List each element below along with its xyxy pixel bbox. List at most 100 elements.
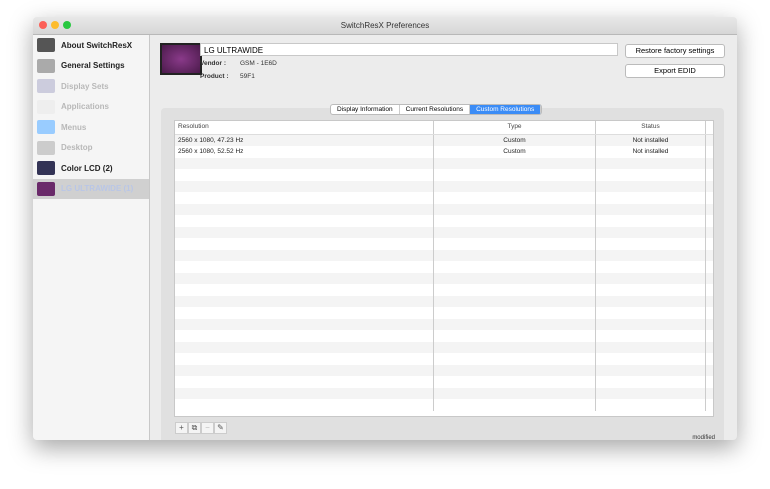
display-sets-icon <box>37 79 55 94</box>
table-row[interactable] <box>175 295 713 307</box>
table-row[interactable] <box>175 318 713 330</box>
sidebar-item-lg-ultrawide-1[interactable]: LG ULTRAWIDE (1) <box>33 178 149 199</box>
resolution-cell <box>175 238 434 250</box>
duplicate-button[interactable]: ⧉ <box>188 422 201 434</box>
table-header: Resolution Type Status <box>175 121 713 135</box>
status-cell <box>596 353 706 365</box>
applications-icon <box>37 99 55 114</box>
export-edid-button[interactable]: Export EDID <box>625 64 725 78</box>
table-row[interactable] <box>175 307 713 319</box>
sidebar-item-about-switchresx[interactable]: About SwitchResX <box>33 35 149 56</box>
type-cell <box>434 330 596 342</box>
resolution-cell <box>175 284 434 296</box>
sidebar-item-label: Color LCD (2) <box>61 163 113 173</box>
table-row[interactable] <box>175 249 713 261</box>
type-cell <box>434 249 596 261</box>
remove-button[interactable]: − <box>201 422 214 434</box>
resolution-cell <box>175 307 434 319</box>
status-cell <box>596 341 706 353</box>
product-label: Product : <box>200 73 229 80</box>
status-cell: Not installed <box>596 146 706 158</box>
status-cell <box>596 180 706 192</box>
table-row[interactable] <box>175 169 713 181</box>
type-cell <box>434 318 596 330</box>
minimize-button[interactable] <box>51 21 59 29</box>
display-name-field[interactable]: LG ULTRAWIDE <box>200 43 618 56</box>
table-row[interactable] <box>175 341 713 353</box>
resolution-cell: 2560 x 1080, 52.52 Hz <box>175 146 434 158</box>
type-cell <box>434 238 596 250</box>
restore-factory-settings-button[interactable]: Restore factory settings <box>625 44 725 58</box>
table-row[interactable] <box>175 330 713 342</box>
header-status[interactable]: Status <box>596 121 706 134</box>
status-cell <box>596 318 706 330</box>
type-cell <box>434 376 596 388</box>
sidebar-item-label: Desktop <box>61 143 93 153</box>
resolution-cell <box>175 261 434 273</box>
zoom-button[interactable] <box>63 21 71 29</box>
table-row[interactable] <box>175 364 713 376</box>
table-row[interactable] <box>175 353 713 365</box>
resolution-cell: 2560 x 1080, 47.23 Hz <box>175 134 434 146</box>
tab-current-resolutions[interactable]: Current Resolutions <box>400 105 471 114</box>
resolution-cell <box>175 215 434 227</box>
table-row[interactable] <box>175 272 713 284</box>
status-cell <box>596 157 706 169</box>
table-row[interactable] <box>175 192 713 204</box>
resolution-cell <box>175 226 434 238</box>
table-row[interactable]: 2560 x 1080, 52.52 Hz Custom Not installed <box>175 146 713 158</box>
sidebar-item-display-sets[interactable]: Display Sets <box>33 76 149 97</box>
resolution-cell <box>175 376 434 388</box>
resolution-cell <box>175 169 434 181</box>
table-row[interactable] <box>175 226 713 238</box>
header-resolution[interactable]: Resolution <box>175 121 434 134</box>
table-row[interactable] <box>175 203 713 215</box>
status-cell <box>596 284 706 296</box>
table-row[interactable] <box>175 180 713 192</box>
sidebar-item-general-settings[interactable]: General Settings <box>33 56 149 77</box>
table-row[interactable] <box>175 238 713 250</box>
table-row[interactable] <box>175 284 713 296</box>
resolution-cell <box>175 249 434 261</box>
preferences-window: SwitchResX Preferences About SwitchResX G… <box>33 17 737 440</box>
table-row[interactable]: 2560 x 1080, 47.23 Hz Custom Not installed <box>175 134 713 146</box>
type-cell <box>434 387 596 399</box>
resolution-cell <box>175 157 434 169</box>
table-row[interactable] <box>175 387 713 399</box>
status-cell <box>596 330 706 342</box>
sidebar-item-menus[interactable]: Menus <box>33 117 149 138</box>
sidebar-item-applications[interactable]: Applications <box>33 97 149 118</box>
tab-display-information[interactable]: Display Information <box>331 105 400 114</box>
sidebar: About SwitchResX General Settings Display … <box>33 35 150 440</box>
resolutions-table: Resolution Type Status 2560 x 1080, 47.2… <box>174 120 714 417</box>
table-row[interactable] <box>175 376 713 388</box>
table-row[interactable] <box>175 157 713 169</box>
resolution-cell <box>175 295 434 307</box>
status-cell <box>596 399 706 411</box>
type-cell <box>434 261 596 273</box>
monitor-icon <box>37 181 55 196</box>
sidebar-item-color-lcd-2[interactable]: Color LCD (2) <box>33 158 149 179</box>
window-title: SwitchResX Preferences <box>340 21 430 30</box>
type-cell <box>434 284 596 296</box>
edit-button[interactable]: ✎ <box>214 422 227 434</box>
tab-custom-resolutions[interactable]: Custom Resolutions <box>470 105 542 114</box>
sidebar-item-label: LG ULTRAWIDE (1) <box>61 184 134 194</box>
header-type[interactable]: Type <box>434 121 596 134</box>
type-cell <box>434 226 596 238</box>
table-toolbar: + ⧉ − ✎ <box>175 422 227 434</box>
type-cell <box>434 192 596 204</box>
table-row[interactable] <box>175 215 713 227</box>
add-button[interactable]: + <box>175 422 188 434</box>
type-cell <box>434 169 596 181</box>
status-cell <box>596 192 706 204</box>
table-row[interactable] <box>175 261 713 273</box>
sidebar-item-label: Menus <box>61 122 87 132</box>
status-cell <box>596 295 706 307</box>
sidebar-item-desktop[interactable]: Desktop <box>33 138 149 159</box>
close-button[interactable] <box>39 21 47 29</box>
table-row[interactable] <box>175 399 713 411</box>
status-cell <box>596 376 706 388</box>
laptop-icon <box>37 161 55 176</box>
status-cell <box>596 249 706 261</box>
